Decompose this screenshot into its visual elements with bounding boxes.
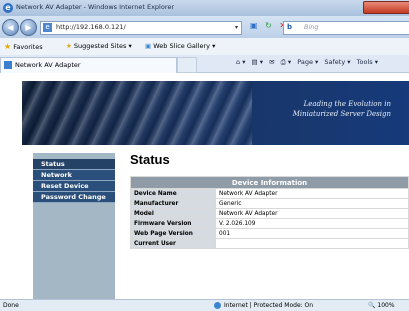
search-placeholder: Bing: [304, 23, 319, 31]
zoom-icon: 🔍: [368, 302, 376, 309]
compatibility-icon[interactable]: ▣: [250, 21, 258, 30]
favorites-button[interactable]: ★ Favorites: [4, 42, 43, 51]
web-slice-label: Web Slice Gallery ▾: [153, 42, 216, 50]
address-dropdown-icon[interactable]: ▾: [235, 24, 238, 31]
row-label: Web Page Version: [130, 228, 216, 239]
zoom-level: 100%: [377, 302, 395, 309]
back-button[interactable]: ◀: [2, 19, 19, 36]
row-value: V. 2.026.109: [215, 218, 409, 229]
sidebar-item-status[interactable]: Status: [33, 159, 115, 170]
row-label: Firmware Version: [130, 218, 216, 229]
row-label: Manufacturer: [130, 198, 216, 209]
table-row: Web Page Version 001: [130, 228, 409, 239]
forward-button[interactable]: ▶: [20, 19, 37, 36]
favorites-label: Favorites: [13, 43, 43, 51]
table-row: Firmware Version V. 2.026.109: [130, 218, 409, 229]
safety-menu[interactable]: Safety ▾: [324, 58, 350, 66]
banner-slogan: Leading the Evolution in Miniaturized Se…: [292, 100, 391, 118]
page-content: Leading the Evolution in Miniaturized Se…: [0, 73, 409, 299]
sidebar: Status Network Reset Device Password Cha…: [33, 153, 115, 299]
row-value: Network AV Adapter: [215, 188, 409, 199]
suggested-sites-link[interactable]: ★ Suggested Sites ▾: [66, 42, 132, 50]
star-icon: ★: [4, 42, 12, 51]
web-slice-gallery-link[interactable]: ▣ Web Slice Gallery ▾: [145, 42, 215, 50]
table-row: Manufacturer Generic: [130, 198, 409, 209]
table-row: Model Network AV Adapter: [130, 208, 409, 219]
sidebar-item-reset-device[interactable]: Reset Device: [33, 181, 115, 192]
table-row: Device Name Network AV Adapter: [130, 188, 409, 199]
bing-icon: b: [287, 23, 293, 31]
page-menu[interactable]: Page ▾: [297, 58, 318, 66]
favorites-bar: ★ Favorites ★ Suggested Sites ▾ ▣ Web Sl…: [0, 38, 409, 56]
zone-label: Internet | Protected Mode: On: [224, 302, 314, 309]
page-title: Status: [130, 152, 170, 167]
add-favorite-icon: ★: [66, 42, 72, 50]
sidebar-menu: Status Network Reset Device Password Cha…: [33, 159, 115, 203]
status-bar: Done Internet | Protected Mode: On 🔍 100…: [0, 299, 409, 311]
new-tab-button[interactable]: [177, 57, 197, 73]
refresh-icon[interactable]: ↻: [265, 21, 272, 30]
status-text: Done: [3, 302, 19, 309]
device-info-table: Device Information Device Name Network AV…: [130, 176, 409, 249]
page-icon: e: [43, 23, 52, 32]
suggested-sites-label: Suggested Sites ▾: [73, 42, 132, 50]
table-row: Current User: [130, 238, 409, 249]
close-window-button[interactable]: [363, 1, 409, 14]
table-title: Device Information: [130, 176, 409, 189]
tab-label: Network AV Adapter: [15, 61, 81, 69]
web-slice-icon: ▣: [145, 42, 152, 50]
address-bar[interactable]: e http://192.168.0.121/ ▾: [40, 21, 242, 35]
ie-logo-icon: e: [3, 3, 13, 13]
search-box[interactable]: b Bing: [283, 21, 409, 35]
globe-icon: [214, 302, 221, 309]
sidebar-item-password-change[interactable]: Password Change: [33, 192, 115, 203]
navigation-bar: ◀ ▶ e http://192.168.0.121/ ▾ ▣ ↻ ✕ b Bi…: [0, 16, 409, 38]
security-zone[interactable]: Internet | Protected Mode: On: [214, 302, 313, 309]
mail-icon[interactable]: ✉: [269, 58, 274, 66]
row-label: Current User: [130, 238, 216, 249]
feeds-icon[interactable]: ▤ ▾: [252, 58, 263, 66]
tools-menu[interactable]: Tools ▾: [357, 58, 378, 66]
tab-row: Network AV Adapter ⌂ ▾ ▤ ▾ ✉ ⎙ ▾ Page ▾ …: [0, 55, 409, 73]
command-bar: ⌂ ▾ ▤ ▾ ✉ ⎙ ▾ Page ▾ Safety ▾ Tools ▾: [236, 58, 382, 67]
tab-page-icon: [4, 61, 12, 69]
print-icon[interactable]: ⎙ ▾: [281, 58, 292, 66]
window-title: Network AV Adapter - Windows Internet Ex…: [16, 3, 175, 11]
row-label: Device Name: [130, 188, 216, 199]
tab-network-av-adapter[interactable]: Network AV Adapter: [0, 57, 177, 73]
row-value: Generic: [215, 198, 409, 209]
banner-graphic: [22, 81, 252, 145]
row-value: 001: [215, 228, 409, 239]
row-label: Model: [130, 208, 216, 219]
window-titlebar: e Network AV Adapter - Windows Internet …: [0, 0, 409, 16]
sidebar-item-network[interactable]: Network: [33, 170, 115, 181]
row-value: Network AV Adapter: [215, 208, 409, 219]
zoom-control[interactable]: 🔍 100%: [368, 302, 395, 309]
row-value: [215, 238, 409, 249]
header-banner: Leading the Evolution in Miniaturized Se…: [22, 81, 409, 145]
address-url: http://192.168.0.121/: [56, 23, 126, 31]
home-icon[interactable]: ⌂ ▾: [236, 58, 245, 66]
